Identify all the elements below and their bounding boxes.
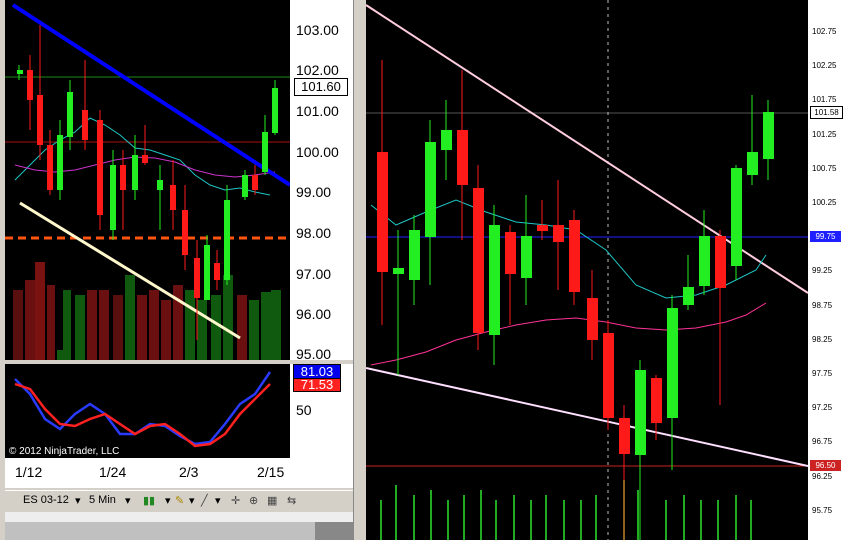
left-tick: 102.00: [296, 62, 339, 78]
right-volume-bars: [380, 480, 752, 540]
left-candles: [17, 25, 278, 340]
stochastic-svg: © 2012 NinjaTrader, LLC: [9, 371, 272, 457]
left-tick: 100.00: [296, 144, 339, 160]
properties-icon[interactable]: ▦: [267, 494, 277, 507]
scrollbar-arrow[interactable]: [315, 522, 353, 540]
right-tick: 97.75: [812, 369, 833, 378]
left-last-price-badge: 101.60: [294, 78, 348, 96]
right-candles-svg: [366, 0, 808, 540]
date-tick: 2/15: [257, 464, 285, 480]
dropdown-icon[interactable]: ▾: [189, 494, 195, 507]
interval-selector[interactable]: 5 Min: [89, 494, 116, 506]
interval-dropdown-icon[interactable]: ▾: [125, 494, 131, 507]
left-candles-svg: [5, 3, 290, 360]
right-tick: 102.75: [812, 27, 837, 36]
right-red-level-badge: 96.50: [810, 460, 841, 471]
left-date-axis: 1/12 1/24 2/3 2/15: [5, 458, 353, 488]
right-tick: 100.75: [812, 164, 837, 173]
right-tick: 101.25: [812, 130, 837, 139]
left-tick: 103.00: [296, 22, 339, 38]
left-tick: 95.00: [296, 346, 332, 362]
left-volume-bars: [13, 262, 281, 360]
left-price-axis: 103.00 102.00 101.00 100.00 99.00 98.00 …: [290, 0, 353, 362]
chart-toolbar: ES 03-12 ▾ 5 Min ▾ ▮▮ ▾ ✎ ▾ ╱ ▾ ✛ ⊕ ▦ ⇆: [5, 490, 353, 513]
right-tick: 96.25: [812, 472, 833, 481]
dropdown-icon[interactable]: ▾: [165, 494, 171, 507]
zoom-icon[interactable]: ⊕: [249, 494, 258, 507]
pencil-icon[interactable]: ✎: [175, 494, 184, 507]
left-price-chart[interactable]: [5, 0, 290, 360]
right-candles: [377, 60, 774, 540]
right-price-axis: 102.75 102.25 101.75 101.25 100.75 100.2…: [808, 0, 843, 540]
dropdown-icon[interactable]: ▾: [215, 494, 221, 507]
right-blue-level-badge: 99.75: [810, 231, 841, 242]
instrument-selector[interactable]: ES 03-12: [23, 494, 69, 506]
right-tick: 99.25: [812, 266, 833, 275]
drawing-tool-icon[interactable]: ╱: [201, 494, 208, 507]
right-tick: 101.75: [812, 95, 837, 104]
date-tick: 2/3: [179, 464, 199, 480]
bottom-strip: [5, 512, 353, 540]
right-tick: 98.25: [812, 335, 833, 344]
left-oscillator-panel[interactable]: © 2012 NinjaTrader, LLC: [5, 364, 290, 458]
left-tick: 101.00: [296, 103, 339, 119]
right-tick: 97.25: [812, 403, 833, 412]
osc-tick: 50: [296, 402, 312, 418]
stoch-blue-line: [14, 371, 272, 446]
panel-divider[interactable]: [353, 0, 367, 540]
crosshair-icon[interactable]: ✛: [231, 494, 240, 507]
left-tick: 98.00: [296, 225, 332, 241]
right-tick: 100.25: [812, 198, 837, 207]
right-last-price-badge: 101.58: [810, 106, 843, 119]
right-tick: 102.25: [812, 61, 837, 70]
right-tick: 98.75: [812, 301, 833, 310]
right-tick: 96.75: [812, 437, 833, 446]
scroll-icon[interactable]: ⇆: [287, 494, 296, 507]
right-tick: 95.75: [812, 506, 833, 515]
left-tick: 99.00: [296, 184, 332, 200]
magenta-ma: [370, 302, 767, 366]
date-tick: 1/12: [15, 464, 43, 480]
right-price-chart[interactable]: [366, 0, 808, 540]
bar-type-icon[interactable]: ▮▮: [143, 494, 155, 507]
left-osc-axis: 81.03 71.53 50: [290, 364, 353, 458]
date-tick: 1/24: [99, 464, 127, 480]
copyright-text: © 2012 NinjaTrader, LLC: [9, 446, 119, 457]
left-tick: 96.00: [296, 306, 332, 322]
instrument-dropdown-icon[interactable]: ▾: [75, 494, 81, 507]
horizontal-scrollbar[interactable]: [5, 512, 353, 522]
left-tick: 97.00: [296, 266, 332, 282]
lower-trendline: [366, 367, 808, 467]
osc-red-value-badge: 71.53: [293, 378, 341, 392]
